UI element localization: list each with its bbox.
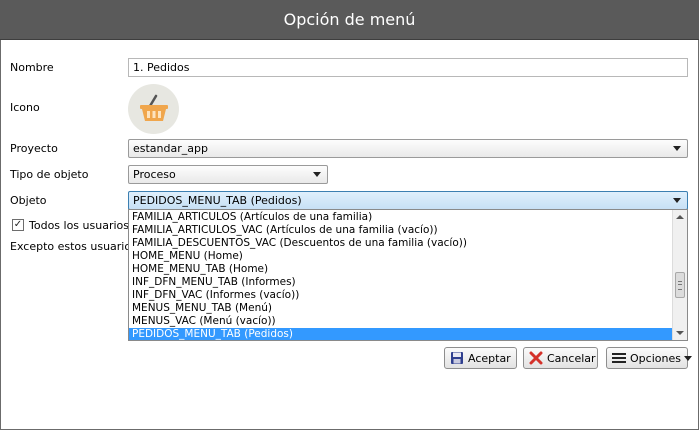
nombre-label: Nombre <box>10 61 54 74</box>
save-icon <box>450 351 464 365</box>
proyecto-value: estandar_app <box>133 142 208 155</box>
objeto-label: Objeto <box>10 194 47 207</box>
excepto-label: Excepto estos usuarios <box>10 240 137 253</box>
dropdown-item[interactable]: FAMILIA_ARTICULOS_VAC (Artículos de una … <box>129 224 672 237</box>
objeto-select[interactable]: PEDIDOS_MENU_TAB (Pedidos) <box>128 191 688 210</box>
options-button[interactable]: Opciones <box>606 347 692 369</box>
dropdown-item[interactable]: FAMILIA_ARTICULOS (Artículos de una fami… <box>129 211 672 224</box>
icono-label: Icono <box>10 101 40 114</box>
chevron-down-icon <box>673 146 681 151</box>
dropdown-scrollbar[interactable] <box>672 210 687 340</box>
dropdown-item[interactable]: INF_DFN_MENU_TAB (Informes) <box>129 276 672 289</box>
todos-usuarios-checkbox[interactable]: ✓ <box>12 219 24 231</box>
title-bar: Opción de menú <box>0 0 699 40</box>
scroll-up-icon[interactable] <box>676 215 684 219</box>
accept-button[interactable]: Aceptar <box>444 347 517 369</box>
todos-usuarios-label: Todos los usuarios <box>29 219 129 232</box>
cancel-x-icon <box>529 351 543 365</box>
cancel-label: Cancelar <box>547 351 596 365</box>
nombre-field[interactable]: 1. Pedidos <box>128 58 688 77</box>
chevron-down-icon <box>313 172 321 177</box>
chevron-down-icon <box>673 198 681 203</box>
dropdown-item-selected[interactable]: PEDIDOS_MENU_TAB (Pedidos) <box>129 328 672 340</box>
window-title: Opción de menú <box>283 10 416 29</box>
basket-icon <box>139 94 168 121</box>
tipo-value: Proceso <box>133 168 176 181</box>
dropdown-item[interactable]: MENUS_VAC (Menú (vacío)) <box>129 315 672 328</box>
accept-label: Aceptar <box>468 351 511 365</box>
icon-picker[interactable] <box>128 84 179 134</box>
hamburger-menu-icon <box>612 352 626 364</box>
dropdown-item[interactable]: INF_DFN_VAC (Informes (vacío)) <box>129 289 672 302</box>
cancel-button[interactable]: Cancelar <box>523 347 598 369</box>
proyecto-label: Proyecto <box>10 142 58 155</box>
options-label: Opciones <box>630 351 681 365</box>
proyecto-select[interactable]: estandar_app <box>128 139 688 158</box>
objeto-value: PEDIDOS_MENU_TAB (Pedidos) <box>133 194 302 207</box>
tipo-label: Tipo de objeto <box>10 168 89 181</box>
dropdown-item[interactable]: MENUS_MENU_TAB (Menú) <box>129 302 672 315</box>
dropdown-item[interactable]: HOME_MENU_TAB (Home) <box>129 263 672 276</box>
dropdown-item[interactable]: FAMILIA_DESCUENTOS_VAC (Descuentos de un… <box>129 237 672 250</box>
objeto-dropdown-list[interactable]: FAMILIA_ARTICULOS (Artículos de una fami… <box>128 209 688 341</box>
nombre-value: 1. Pedidos <box>133 61 190 74</box>
scroll-thumb[interactable] <box>675 272 685 298</box>
chevron-down-icon <box>683 355 692 361</box>
dropdown-item[interactable]: HOME_MENU (Home) <box>129 250 672 263</box>
scroll-down-icon[interactable] <box>676 331 684 335</box>
tipo-select[interactable]: Proceso <box>128 165 328 184</box>
